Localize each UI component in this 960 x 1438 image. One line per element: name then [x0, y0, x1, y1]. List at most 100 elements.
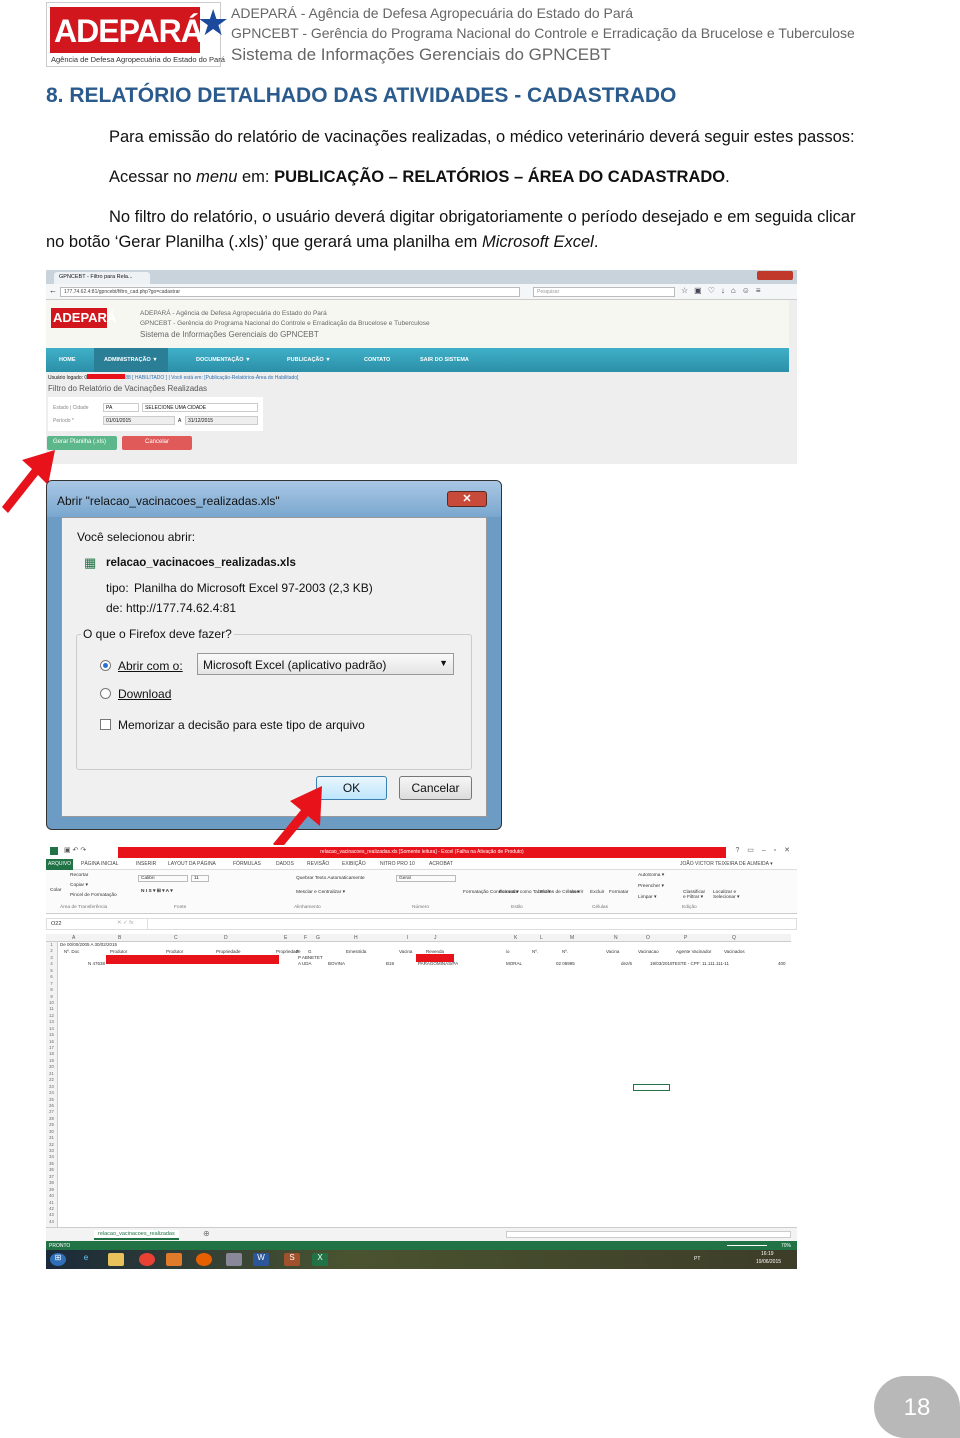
column-header[interactable]: Q	[732, 935, 736, 941]
font-name-select[interactable]: Calibri	[138, 875, 188, 882]
fill-button[interactable]: Preencher ▾	[638, 884, 664, 889]
search-input[interactable]: Pesquisar	[533, 287, 675, 297]
header-cell[interactable]: Nº. Doc	[64, 949, 79, 954]
download-label[interactable]: Download	[118, 687, 171, 701]
app-icon[interactable]	[226, 1253, 242, 1266]
data-cell[interactable]: N 47638	[88, 961, 105, 966]
cut-button[interactable]: Recortar	[70, 873, 88, 878]
sublime-icon[interactable]: S	[284, 1253, 300, 1266]
column-header[interactable]: L	[540, 935, 543, 941]
column-header[interactable]: F	[304, 935, 307, 941]
tab-arquivo[interactable]: ARQUIVO	[46, 859, 74, 870]
format-painter-button[interactable]: Pincel de Formatação	[70, 893, 117, 898]
add-sheet-icon[interactable]: ⊕	[203, 1229, 210, 1238]
tab-nitro[interactable]: NITRO PRO 10	[380, 861, 415, 867]
name-box[interactable]: O22	[51, 921, 61, 927]
paste-button[interactable]: Colar	[50, 888, 61, 893]
header-cell[interactable]: F	[296, 949, 299, 954]
sheet-tab[interactable]: relacao_vacinacoes_realizadas	[94, 1230, 179, 1240]
column-header[interactable]: N	[614, 935, 618, 941]
quick-access-icons[interactable]: ▣ ↶ ↷	[64, 846, 86, 854]
header-cell[interactable]: Produtor	[166, 949, 183, 954]
font-size-select[interactable]: 11	[191, 875, 209, 882]
close-button[interactable]: ✕	[447, 491, 487, 507]
nav-documentacao[interactable]: DOCUMENTAÇÃO ▼	[196, 357, 251, 363]
tab-acrobat[interactable]: ACROBAT	[429, 861, 453, 867]
tab-pagina-inicial[interactable]: PÁGINA INICIAL	[81, 861, 119, 867]
header-cell[interactable]: Emestrida	[346, 949, 366, 954]
header-cell[interactable]: io	[506, 949, 510, 954]
header-cell[interactable]: G	[308, 949, 312, 954]
column-header[interactable]: I	[407, 935, 408, 941]
column-header[interactable]: O	[646, 935, 650, 941]
horizontal-scrollbar[interactable]	[506, 1231, 791, 1238]
header-cell[interactable]: Vacina	[606, 949, 619, 954]
data-cell[interactable]: dez/6	[621, 961, 632, 966]
url-bar[interactable]: 177.74.62.4:81/gpncebt/filtro_cad.php?go…	[60, 287, 520, 297]
data-cell[interactable]: P ABNETET	[298, 955, 323, 960]
date-from-input[interactable]: 01/01/2015	[103, 416, 175, 425]
column-header[interactable]: K	[514, 935, 517, 941]
column-header[interactable]: B	[118, 935, 121, 941]
data-cell[interactable]: PARAGOMINAS/PA	[418, 961, 458, 966]
date-to-input[interactable]: 31/12/2015	[185, 416, 258, 425]
nav-contato[interactable]: CONTATO	[364, 357, 390, 363]
header-cell[interactable]: Propriedade	[216, 949, 241, 954]
data-cell[interactable]: B19	[386, 961, 394, 966]
excel-taskbar-icon[interactable]: X	[312, 1253, 328, 1266]
clock-date[interactable]: 19/06/2015	[756, 1259, 781, 1269]
language-indicator[interactable]: PT	[694, 1256, 700, 1269]
header-cell[interactable]: Vacinados	[724, 949, 745, 954]
tab-formulas[interactable]: FÓRMULAS	[233, 861, 261, 867]
estado-select[interactable]: PA	[103, 403, 139, 412]
column-header[interactable]: C	[174, 935, 178, 941]
delete-cells-button[interactable]: Excluir	[590, 890, 604, 895]
font-buttons[interactable]: N I S ▾ ⊞ ▾ A ▾	[141, 889, 173, 894]
autosum-button[interactable]: AutoSoma ▾	[638, 873, 664, 878]
browser-tab[interactable]: GPNCEBT - Filtro para Rela...	[54, 272, 150, 284]
data-cell[interactable]: TESTE - CPF: 11.111.111-11	[672, 961, 729, 966]
column-header[interactable]: A	[72, 935, 75, 941]
back-icon[interactable]: ←	[49, 286, 57, 295]
nav-publicacao[interactable]: PUBLICAÇÃO ▼	[287, 357, 331, 363]
header-cell[interactable]: Nº.	[562, 949, 568, 954]
nav-home[interactable]: HOME	[59, 357, 76, 363]
column-header[interactable]: G	[316, 935, 320, 941]
tab-layout[interactable]: LAYOUT DA PÁGINA	[168, 861, 216, 867]
cancel-dialog-button[interactable]: Cancelar	[399, 776, 472, 800]
toolbar-icons[interactable]: ☆▣♡↓⌂☺≡	[681, 286, 767, 295]
column-header[interactable]: H	[354, 935, 358, 941]
ie-icon[interactable]: e	[78, 1253, 94, 1266]
insert-cells-button[interactable]: Inserir	[570, 890, 583, 895]
start-button-icon[interactable]: ⊞	[50, 1253, 66, 1266]
zoom-slider[interactable]	[727, 1245, 767, 1246]
data-cell[interactable]: A UDA	[298, 961, 312, 966]
media-player-icon[interactable]	[166, 1253, 182, 1266]
column-header[interactable]: J	[434, 935, 437, 941]
word-icon[interactable]: W	[253, 1253, 269, 1266]
user-name[interactable]: JOÃO VICTOR TEIXEIRA DE ALMEIDA ▾	[680, 861, 773, 867]
row-header[interactable]: 44	[46, 1219, 57, 1225]
tab-revisao[interactable]: REVISÃO	[307, 861, 329, 867]
download-radio[interactable]	[100, 688, 111, 699]
header-cell[interactable]: Vacinacao	[638, 949, 659, 954]
tab-exibicao[interactable]: EXIBIÇÃO	[342, 861, 366, 867]
column-header[interactable]: E	[284, 935, 287, 941]
data-cell[interactable]: 400	[778, 961, 786, 966]
nav-sair[interactable]: SAIR DO SISTEMA	[420, 357, 469, 363]
remember-label[interactable]: Memorizar a decisão para este tipo de ar…	[118, 718, 365, 732]
chrome-icon[interactable]	[139, 1253, 155, 1266]
number-format-select[interactable]: Geral	[396, 875, 456, 882]
window-controls[interactable]	[757, 271, 793, 280]
formula-input[interactable]	[147, 919, 792, 929]
remember-checkbox[interactable]	[100, 719, 111, 730]
data-cell[interactable]: 02 06995	[556, 961, 575, 966]
selected-cell[interactable]	[633, 1084, 670, 1091]
copy-button[interactable]: Copiar ▾	[70, 883, 88, 888]
window-controls[interactable]: ? ▭ – ▫ ✕	[735, 846, 793, 854]
header-cell[interactable]: Produtor	[110, 949, 127, 954]
application-select[interactable]: Microsoft Excel (aplicativo padrão) ▼	[197, 653, 454, 675]
open-with-radio[interactable]	[100, 660, 111, 671]
nav-administracao[interactable]: ADMINISTRAÇÃO ▼	[94, 348, 168, 372]
find-select-button[interactable]: Localizar e Selecionar ▾	[713, 890, 741, 900]
